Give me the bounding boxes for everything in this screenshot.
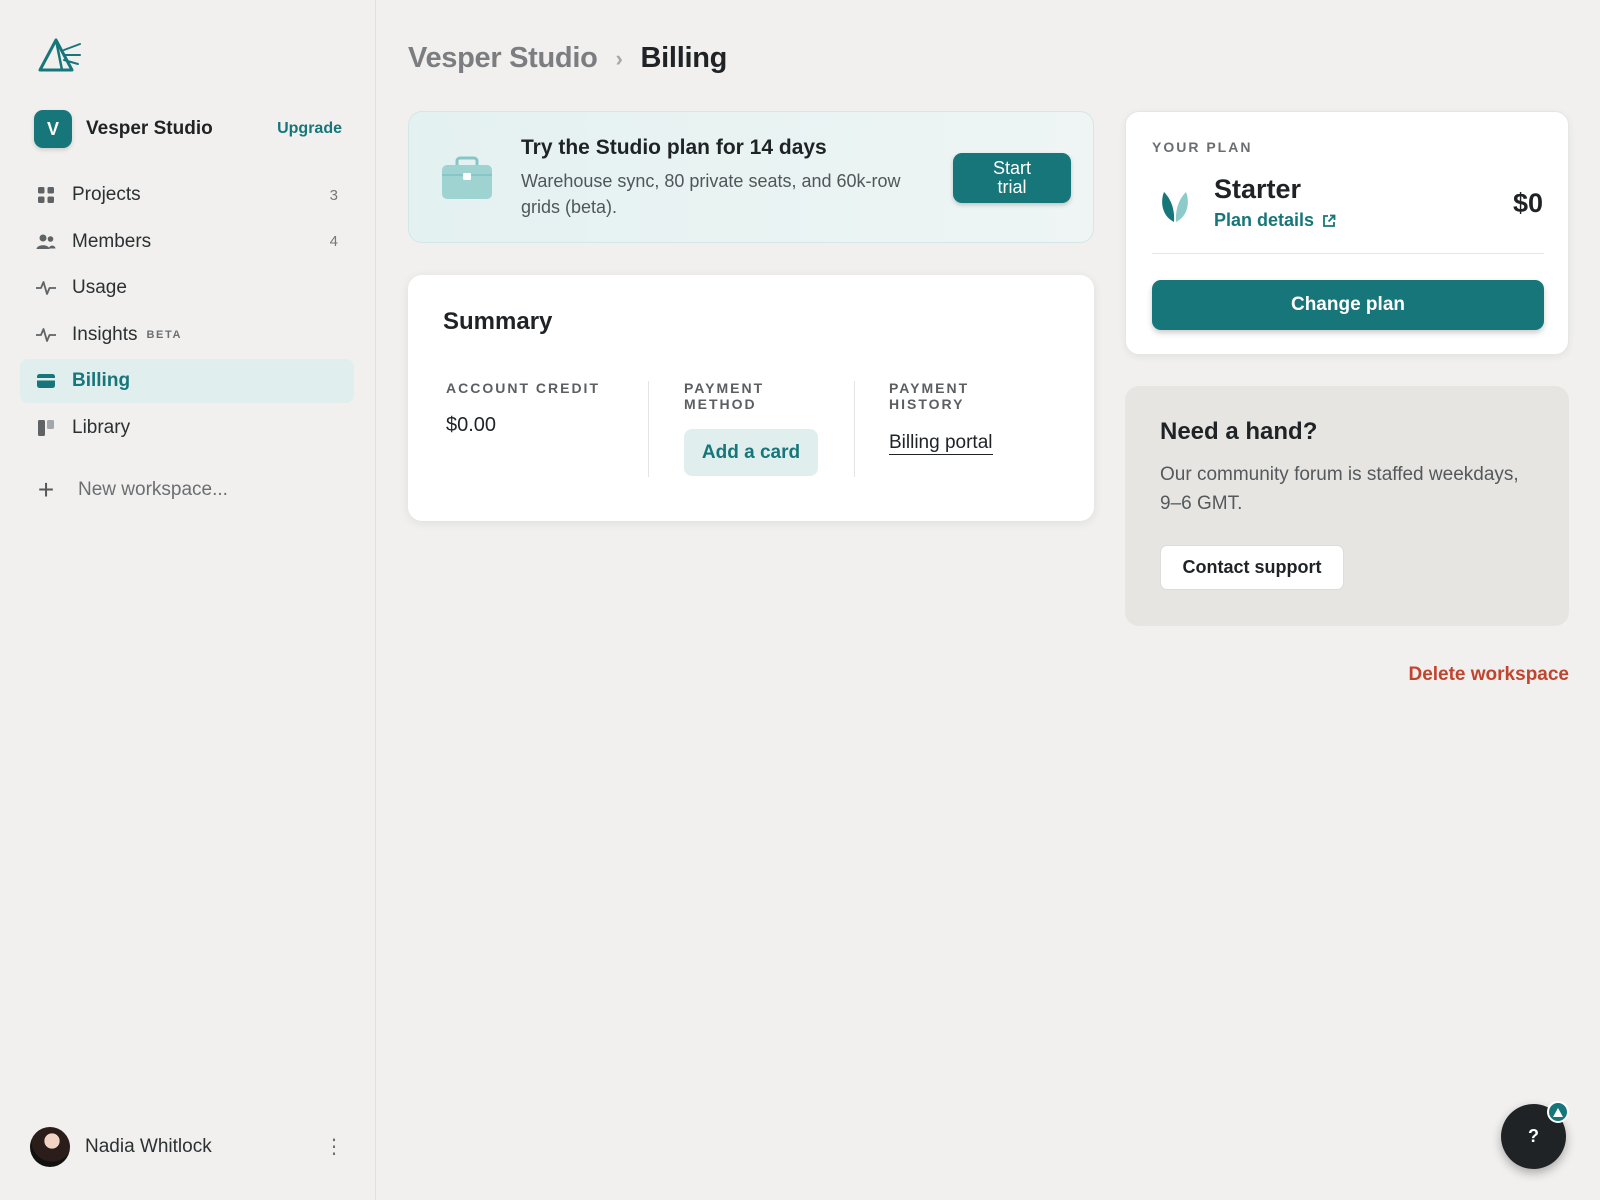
new-workspace-button[interactable]: + New workspace... — [36, 476, 228, 504]
sidebar-item-usage[interactable]: Usage — [20, 266, 354, 310]
workspace-switcher[interactable]: V Vesper Studio Upgrade — [34, 110, 342, 148]
sidebar-item-members[interactable]: Members 4 — [20, 220, 354, 264]
sidebar-item-label: Members — [72, 230, 152, 252]
help-card: Need a hand? Our community forum is staf… — [1125, 386, 1569, 626]
chevron-right-icon: › — [615, 45, 623, 71]
breadcrumb-parent[interactable]: Vesper Studio — [408, 42, 598, 75]
plus-icon: + — [37, 474, 55, 505]
sidebar-item-count: 4 — [329, 233, 338, 250]
user-name: Nadia Whitlock — [85, 1136, 212, 1157]
sidebar-item-label: Usage — [72, 277, 127, 298]
avatar — [30, 1127, 70, 1167]
briefcase-icon — [442, 156, 492, 199]
account-credit-value: $0.00 — [446, 414, 497, 436]
breadcrumb: Vesper Studio › Billing — [408, 42, 727, 75]
upgrade-link[interactable]: Upgrade — [277, 120, 342, 138]
help-text: Our community forum is staffed weekdays,… — [1160, 464, 1519, 514]
plan-price: $0 — [1512, 188, 1543, 218]
user-menu[interactable]: Nadia Whitlock ⋮ — [30, 1126, 344, 1168]
summary-card: Summary ACCOUNT CREDIT $0.00 PAYMENT MET… — [408, 275, 1094, 521]
start-trial-label-line2: trial — [997, 177, 1027, 197]
plan-name: Starter — [1214, 174, 1302, 204]
change-plan-button[interactable]: Change plan — [1152, 280, 1544, 330]
start-trial-label-line1: Start — [992, 158, 1031, 178]
payment-method-label: PAYMENT METHOD — [684, 380, 854, 412]
page-title: Billing — [640, 42, 728, 74]
payment-history-label-line2: HISTORY — [889, 396, 965, 412]
banner-title: Try the Studio plan for 14 days — [521, 136, 827, 159]
sidebar-nav: Projects 3 Members 4 Usage Insights BETA — [20, 173, 354, 452]
trial-banner: Try the Studio plan for 14 days Warehous… — [408, 111, 1094, 243]
pulse-icon — [36, 278, 56, 298]
grid-icon — [36, 185, 56, 205]
more-vertical-icon[interactable]: ⋮ — [324, 1137, 344, 1157]
payment-method-label-line1: PAYMENT — [684, 380, 765, 396]
new-workspace-label: New workspace... — [78, 479, 228, 500]
card-icon — [36, 371, 56, 391]
sidebar-item-label: Projects — [72, 184, 141, 205]
plan-label: YOUR PLAN — [1152, 139, 1253, 155]
workspace-avatar: V — [34, 110, 72, 148]
divider — [648, 381, 649, 477]
library-icon — [36, 418, 56, 438]
sidebar-item-library[interactable]: Library — [20, 406, 354, 450]
payment-method-section: PAYMENT METHOD Add a card — [684, 380, 854, 476]
sidebar-item-projects[interactable]: Projects 3 — [20, 173, 354, 217]
payment-method-label-line2: METHOD — [684, 396, 757, 412]
external-link-icon — [1323, 214, 1336, 227]
summary-title: Summary — [443, 308, 553, 335]
sidebar-item-insights[interactable]: Insights BETA — [20, 313, 354, 357]
account-credit-label: ACCOUNT CREDIT — [446, 380, 600, 396]
logo-icon[interactable] — [36, 36, 82, 76]
delete-workspace-link[interactable]: Delete workspace — [1408, 664, 1569, 686]
sidebar-item-label: Billing — [72, 370, 131, 391]
notification-badge-icon — [1547, 1101, 1569, 1123]
divider — [1152, 253, 1544, 254]
account-credit-section: ACCOUNT CREDIT $0.00 — [446, 380, 646, 437]
payment-history-label-line1: PAYMENT — [889, 380, 970, 396]
sidebar: V Vesper Studio Upgrade Projects 3 Membe… — [0, 0, 376, 1200]
payment-history-section: PAYMENT HISTORY Billing portal — [889, 380, 1069, 455]
sidebar-item-count: 3 — [329, 186, 338, 204]
plan-details-label: Plan details — [1214, 210, 1315, 230]
plan-details-link[interactable]: Plan details — [1214, 210, 1336, 231]
workspace-name: Vesper Studio — [86, 118, 213, 139]
add-card-button[interactable]: Add a card — [684, 429, 818, 476]
sidebar-item-label: Insights — [72, 323, 138, 345]
banner-text: Warehouse sync, 80 private seats, and 60… — [521, 171, 901, 217]
payment-history-label: PAYMENT HISTORY — [889, 380, 1069, 412]
sidebar-item-billing[interactable]: Billing — [20, 359, 354, 403]
contact-support-button[interactable]: Contact support — [1160, 545, 1344, 590]
leaf-icon — [1162, 192, 1188, 222]
people-icon — [36, 232, 56, 252]
beta-badge: BETA — [146, 328, 183, 341]
billing-portal-link[interactable]: Billing portal — [889, 432, 993, 455]
divider — [854, 381, 855, 477]
plan-card: YOUR PLAN Starter Plan details $0 Change… — [1125, 111, 1569, 355]
pulse-icon — [36, 325, 56, 345]
start-trial-button[interactable]: Start trial — [953, 153, 1071, 203]
help-title: Need a hand? — [1160, 418, 1318, 445]
sidebar-item-label: Library — [72, 416, 131, 438]
